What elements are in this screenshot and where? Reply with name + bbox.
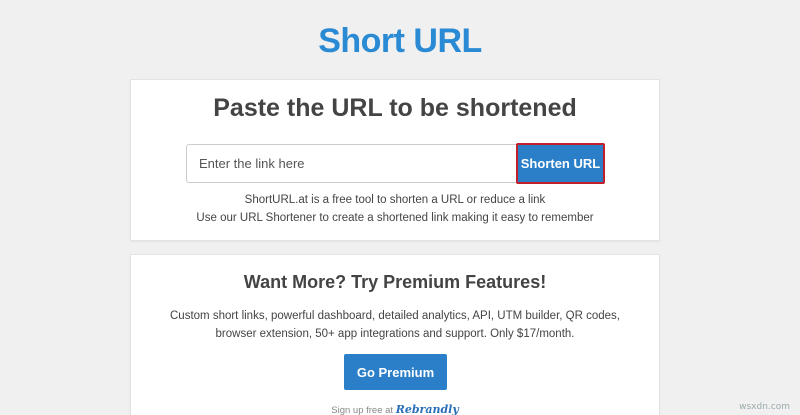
shorten-description-line-2: Use our URL Shortener to create a shorte… [196, 212, 594, 224]
page: Short URL Paste the URL to be shortened … [0, 0, 800, 415]
signup-text: Sign up free at [331, 405, 394, 415]
rebrandly-link[interactable]: Rebrandly [396, 403, 459, 415]
signup-line: Sign up free at Rebrandly [131, 403, 659, 415]
site-logo[interactable]: Short URL [0, 22, 800, 61]
shorten-card-title: Paste the URL to be shortened [213, 94, 577, 122]
premium-description-line-2: browser extension, 50+ app integrations … [215, 328, 575, 340]
go-premium-button[interactable]: Go Premium [344, 354, 447, 390]
shorten-url-button[interactable]: Shorten URL [516, 143, 605, 184]
shorten-description-line-1: ShortURL.at is a free tool to shorten a … [244, 194, 546, 206]
premium-description: Custom short links, powerful dashboard, … [131, 307, 659, 343]
url-input[interactable] [186, 144, 518, 183]
shorten-form: Shorten URL [186, 143, 606, 184]
premium-card-title: Want More? Try Premium Features! [243, 272, 547, 292]
premium-description-line-1: Custom short links, powerful dashboard, … [170, 310, 620, 322]
watermark: wsxdn.com [739, 402, 790, 412]
premium-card: Want More? Try Premium Features! Custom … [130, 254, 660, 415]
shorten-card: Paste the URL to be shortened Shorten UR… [130, 79, 660, 241]
shorten-description: ShortURL.at is a free tool to shorten a … [131, 191, 659, 227]
